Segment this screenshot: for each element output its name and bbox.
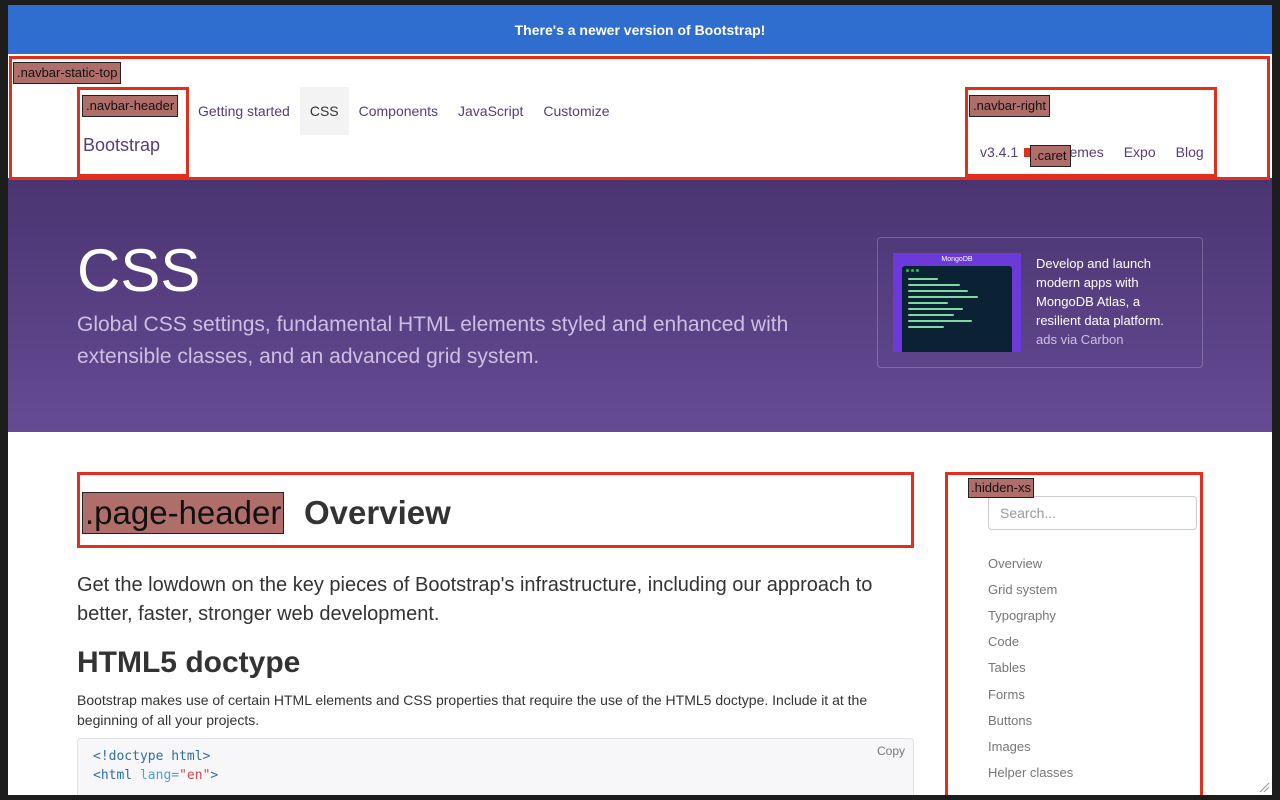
nav-link-javascript[interactable]: JavaScript: [448, 87, 533, 135]
ad-text[interactable]: Develop and launch modern apps with Mong…: [1036, 254, 1186, 330]
upgrade-banner[interactable]: There's a newer version of Bootstrap!: [8, 5, 1272, 54]
sidebar-item-grid-system[interactable]: Grid system: [988, 576, 1073, 602]
code-line-1: <!doctype html>: [93, 749, 211, 764]
annotation-tag-hidden-xs: .hidden-xs: [968, 478, 1034, 498]
annotation-tag-navbar-static-top: .navbar-static-top: [13, 62, 122, 84]
annotation-tag-caret: .caret: [1030, 145, 1071, 167]
nav-link-getting-started[interactable]: Getting started: [188, 87, 300, 135]
ad-via-link[interactable]: ads via Carbon: [1036, 332, 1123, 347]
navbar-right: v3.4.1 Themes Expo Blog: [970, 132, 1214, 172]
nav-link-customize[interactable]: Customize: [533, 87, 619, 135]
sidebar-nav: Overview Grid system Typography Code Tab…: [988, 550, 1073, 786]
sidebar-item-overview[interactable]: Overview: [988, 550, 1073, 576]
banner-text[interactable]: There's a newer version of Bootstrap!: [515, 22, 766, 38]
annotation-tag-page-header: .page-header: [82, 492, 285, 534]
lead-paragraph: Get the lowdown on the key pieces of Boo…: [77, 574, 873, 625]
doctype-paragraph: Bootstrap makes use of certain HTML elem…: [77, 692, 868, 728]
page-title: Overview: [304, 494, 451, 531]
code-block: <!doctype html> <html lang="en"> Copy: [77, 738, 914, 795]
hero-subtitle: Global CSS settings, fundamental HTML el…: [77, 313, 789, 368]
sidebar-item-images[interactable]: Images: [988, 733, 1073, 759]
sidebar-item-helper-classes[interactable]: Helper classes: [988, 760, 1073, 786]
nav-link-css[interactable]: CSS: [299, 87, 349, 135]
annotation-tag-navbar-header: .navbar-header: [82, 95, 179, 117]
browser-viewport: There's a newer version of Bootstrap! Ge…: [8, 5, 1272, 795]
nav-link-components[interactable]: Components: [349, 87, 448, 135]
search-input[interactable]: [988, 496, 1197, 530]
sidebar-item-code[interactable]: Code: [988, 629, 1073, 655]
navbar: Getting started CSS Components JavaScrip…: [8, 54, 1272, 178]
ad-image[interactable]: MongoDB: [893, 253, 1021, 352]
nav-link-expo[interactable]: Expo: [1114, 144, 1166, 160]
sidebar-item-typography[interactable]: Typography: [988, 602, 1073, 628]
code-window-illustration: [902, 266, 1012, 352]
annotation-tag-navbar-right: .navbar-right: [969, 95, 1050, 117]
copy-button[interactable]: Copy: [877, 744, 905, 758]
mongodb-logo: MongoDB: [941, 256, 973, 263]
sidebar-item-forms[interactable]: Forms: [988, 681, 1073, 707]
sidebar-item-tables[interactable]: Tables: [988, 655, 1073, 681]
nav-links: Getting started CSS Components JavaScrip…: [188, 87, 620, 135]
sidebar-item-buttons[interactable]: Buttons: [988, 707, 1073, 733]
section-title-html5-doctype: HTML5 doctype: [77, 646, 301, 679]
hero-title: CSS: [77, 237, 201, 304]
navbar-brand[interactable]: Bootstrap: [83, 135, 160, 156]
carbon-ad[interactable]: MongoDB Develop and launch modern apps w…: [877, 237, 1203, 368]
hero-section: CSS Global CSS settings, fundamental HTM…: [8, 178, 1272, 432]
resize-grip-icon[interactable]: [1258, 781, 1270, 793]
code-line-2: <html lang="en">: [93, 768, 219, 783]
version-label: v3.4.1: [980, 144, 1019, 160]
nav-link-blog[interactable]: Blog: [1166, 144, 1214, 160]
